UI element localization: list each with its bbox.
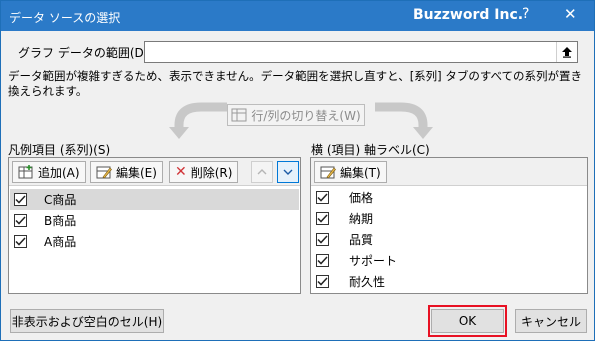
legend-entries-panel: 追加(A) 編集(E) ✕ 削除(R) C商品 B商品 A商品 <box>8 157 301 294</box>
axis-label-row[interactable]: サポート <box>312 250 586 271</box>
series-checkbox[interactable] <box>14 214 27 227</box>
axis-label-checkbox[interactable] <box>316 275 329 288</box>
switch-button-label: 行/列の切り替え(W) <box>251 108 361 123</box>
switch-row-column-button[interactable]: 行/列の切り替え(W) <box>227 104 365 126</box>
series-row[interactable]: C商品 <box>10 189 299 210</box>
axis-label-checkbox[interactable] <box>316 233 329 246</box>
axis-label-text: 品質 <box>349 233 374 247</box>
check-icon <box>317 277 328 286</box>
help-button[interactable]: ? <box>522 6 529 22</box>
dialog-title: データ ソースの選択 <box>9 11 121 25</box>
series-checkbox[interactable] <box>14 235 27 248</box>
chevron-down-icon <box>283 169 293 175</box>
check-icon <box>15 216 26 225</box>
delete-x-icon: ✕ <box>175 164 187 180</box>
switch-grid-icon <box>231 108 247 122</box>
delete-series-label: 削除(R) <box>190 165 233 180</box>
add-series-label: 追加(A) <box>38 165 80 180</box>
series-label: C商品 <box>44 193 77 207</box>
axis-label-text: サポート <box>349 254 398 268</box>
series-label: B商品 <box>44 214 77 228</box>
series-label: A商品 <box>44 235 77 249</box>
check-icon <box>317 235 328 244</box>
edit-series-label: 編集(E) <box>116 165 157 180</box>
edit-axis-labels-button[interactable]: 編集(T) <box>314 161 387 183</box>
check-icon <box>15 237 26 246</box>
ok-label: OK <box>458 314 477 328</box>
add-series-button[interactable]: 追加(A) <box>12 161 86 183</box>
check-icon <box>317 193 328 202</box>
axis-section-label: 横 (項目) 軸ラベル(C) <box>311 143 430 157</box>
delete-series-button[interactable]: ✕ 削除(R) <box>169 161 239 183</box>
edit-series-button[interactable]: 編集(E) <box>90 161 163 183</box>
axis-label-row[interactable]: 納期 <box>312 208 586 229</box>
edit-axis-labels-label: 編集(T) <box>340 165 381 180</box>
title-bar: データ ソースの選択 Buzzword Inc. ? ✕ <box>1 1 594 31</box>
axis-label-checkbox[interactable] <box>316 212 329 225</box>
axis-labels-panel: 編集(T) 価格 納期 品質 サポート 耐久性 <box>310 157 588 294</box>
edit-table-icon <box>320 166 336 179</box>
series-row[interactable]: B商品 <box>10 210 299 231</box>
check-icon <box>317 256 328 265</box>
axis-label-row[interactable]: 耐久性 <box>312 271 586 292</box>
select-data-source-dialog: データ ソースの選択 Buzzword Inc. ? ✕ グラフ データの範囲(… <box>0 0 595 341</box>
chart-range-label: グラフ データの範囲(D): <box>18 46 153 60</box>
hidden-empty-cells-label: 非表示および空白のセル(H) <box>11 314 163 329</box>
add-table-icon <box>18 165 33 179</box>
close-button[interactable]: ✕ <box>564 5 577 23</box>
axis-label-checkbox[interactable] <box>316 254 329 267</box>
edit-table-icon <box>96 166 112 179</box>
range-collapse-button[interactable] <box>556 42 577 62</box>
axis-label-row[interactable]: 品質 <box>312 229 586 250</box>
legend-section-label: 凡例項目 (系列)(S) <box>8 143 111 157</box>
axis-label-text: 価格 <box>349 191 374 205</box>
axis-label-text: 耐久性 <box>349 275 386 289</box>
ok-button[interactable]: OK <box>431 309 504 333</box>
chart-range-input[interactable] <box>144 41 578 63</box>
axis-label-text: 納期 <box>349 212 374 226</box>
series-checkbox[interactable] <box>14 193 27 206</box>
axis-label-checkbox[interactable] <box>316 191 329 204</box>
cancel-label: キャンセル <box>520 314 581 329</box>
cancel-button[interactable]: キャンセル <box>515 309 587 333</box>
axis-toolbar: 編集(T) <box>311 158 587 186</box>
hidden-empty-cells-button[interactable]: 非表示および空白のセル(H) <box>10 309 164 333</box>
move-up-button[interactable] <box>251 161 273 183</box>
check-icon <box>317 214 328 223</box>
check-icon <box>15 195 26 204</box>
move-down-button[interactable] <box>277 161 299 183</box>
series-row[interactable]: A商品 <box>10 231 299 252</box>
brand-label: Buzzword Inc. <box>413 7 524 23</box>
collapse-arrow-icon <box>562 47 572 58</box>
axis-label-row[interactable]: 価格 <box>312 187 586 208</box>
legend-toolbar: 追加(A) 編集(E) ✕ 削除(R) <box>9 158 300 186</box>
chevron-up-icon <box>257 169 267 175</box>
range-warning-message: データ範囲が複雑すぎるため、表示できません。データ範囲を選択し直すと、[系列] … <box>8 69 583 98</box>
